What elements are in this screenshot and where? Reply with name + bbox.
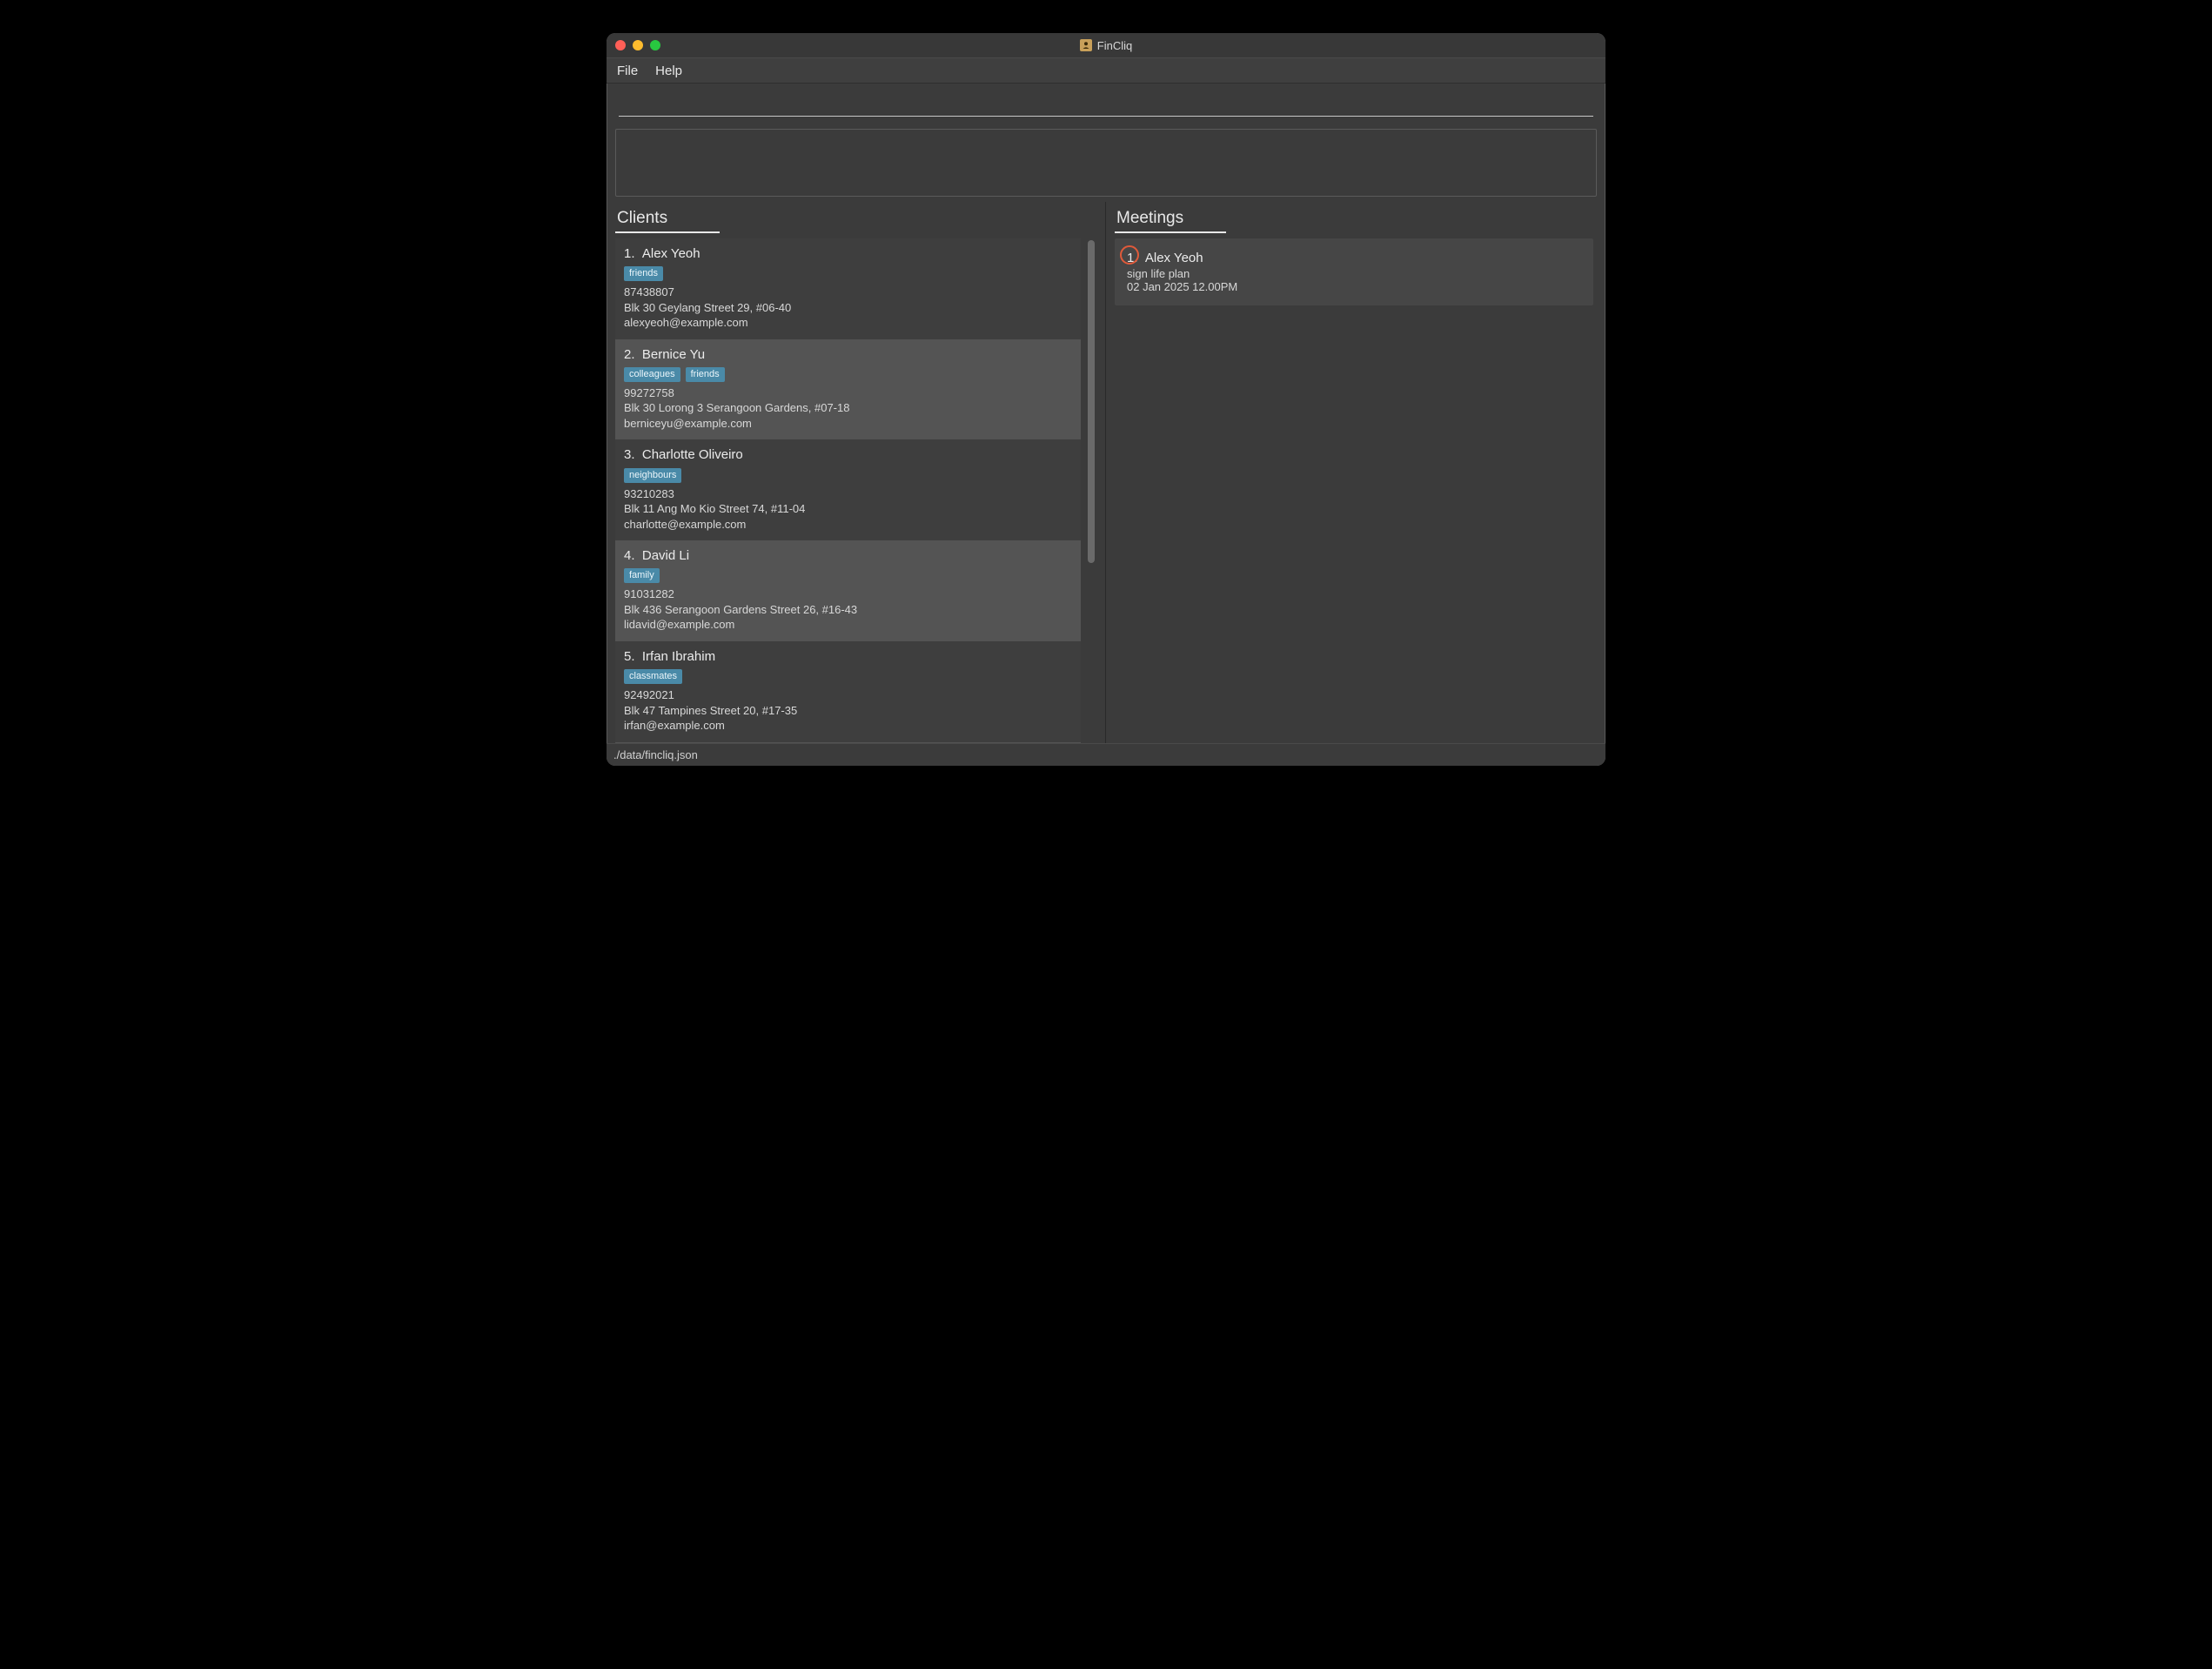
tag: neighbours [624,468,681,483]
menu-file[interactable]: File [617,64,638,78]
client-email: charlotte@example.com [624,517,1072,533]
meeting-name: Alex Yeoh [1145,251,1203,265]
window-controls [615,40,660,50]
client-email: alexyeoh@example.com [624,315,1072,331]
client-address: Blk 436 Serangoon Gardens Street 26, #16… [624,602,1072,618]
tag: family [624,568,660,583]
minimize-icon[interactable] [633,40,643,50]
clients-title: Clients [615,207,1096,231]
app-icon [1080,39,1092,51]
command-input[interactable] [619,95,1593,117]
client-address: Blk 30 Geylang Street 29, #06-40 [624,300,1072,316]
meeting-datetime: 02 Jan 2025 12.00PM [1127,280,1581,293]
client-card[interactable]: 3. Charlotte Oliveiro neighbours 9321028… [615,439,1081,540]
clients-panel: Clients 1. Alex Yeoh friends 87438807 Bl… [607,202,1106,743]
tag: classmates [624,669,682,684]
meetings-title: Meetings [1115,207,1597,231]
clients-list-wrap: 1. Alex Yeoh friends 87438807 Blk 30 Gey… [615,238,1096,743]
output-area-wrap [607,122,1605,202]
client-index: 3. [624,447,635,462]
client-name: Irfan Ibrahim [642,649,715,664]
close-icon[interactable] [615,40,626,50]
app-window: FinCliq File Help Clients 1. Alex Yeoh [607,33,1605,766]
client-email: irfan@example.com [624,718,1072,734]
tag: friends [686,367,725,382]
status-path: ./data/fincliq.json [613,748,698,761]
client-name: Bernice Yu [642,347,705,362]
client-phone: 93210283 [624,486,1072,502]
titlebar: FinCliq [607,33,1605,57]
client-phone: 99272758 [624,385,1072,401]
clients-list[interactable]: 1. Alex Yeoh friends 87438807 Blk 30 Gey… [615,238,1096,743]
client-card[interactable]: 4. David Li family 91031282 Blk 436 Sera… [615,540,1081,641]
client-email: berniceyu@example.com [624,416,1072,432]
clients-title-underline [615,231,720,233]
client-name: David Li [642,548,689,563]
client-index: 2. [624,347,635,362]
meeting-index: 1. [1127,251,1138,265]
meetings-list[interactable]: 1. Alex Yeoh sign life plan 02 Jan 2025 … [1115,238,1597,305]
command-bar [607,84,1605,122]
meeting-card[interactable]: 1. Alex Yeoh sign life plan 02 Jan 2025 … [1115,238,1593,305]
client-index: 4. [624,548,635,563]
menubar: File Help [607,57,1605,84]
client-card[interactable]: 5. Irfan Ibrahim classmates 92492021 Blk… [615,641,1081,742]
meeting-desc: sign life plan [1127,267,1581,280]
statusbar: ./data/fincliq.json [607,743,1605,766]
client-index: 5. [624,649,635,664]
meetings-title-underline [1115,231,1226,233]
client-phone: 87438807 [624,285,1072,300]
client-address: Blk 11 Ang Mo Kio Street 74, #11-04 [624,501,1072,517]
output-area [615,129,1597,197]
window-title-text: FinCliq [1097,39,1132,52]
client-name: Alex Yeoh [642,246,700,261]
client-phone: 92492021 [624,687,1072,703]
client-card[interactable]: 6. Roy Balakrishnan [615,742,1081,743]
tag: colleagues [624,367,680,382]
client-address: Blk 30 Lorong 3 Serangoon Gardens, #07-1… [624,400,1072,416]
client-card[interactable]: 2. Bernice Yu colleagues friends 9927275… [615,339,1081,440]
client-card[interactable]: 1. Alex Yeoh friends 87438807 Blk 30 Gey… [615,238,1081,339]
client-address: Blk 47 Tampines Street 20, #17-35 [624,703,1072,719]
client-name: Charlotte Oliveiro [642,447,743,462]
tag: friends [624,266,663,281]
zoom-icon[interactable] [650,40,660,50]
menu-help[interactable]: Help [655,64,682,78]
meetings-panel: Meetings 1. Alex Yeoh sign life plan 02 … [1106,202,1605,743]
panels: Clients 1. Alex Yeoh friends 87438807 Bl… [607,202,1605,743]
client-phone: 91031282 [624,586,1072,602]
window-title: FinCliq [607,39,1605,52]
clients-scrollbar[interactable] [1088,240,1095,563]
client-index: 1. [624,246,635,261]
client-email: lidavid@example.com [624,617,1072,633]
